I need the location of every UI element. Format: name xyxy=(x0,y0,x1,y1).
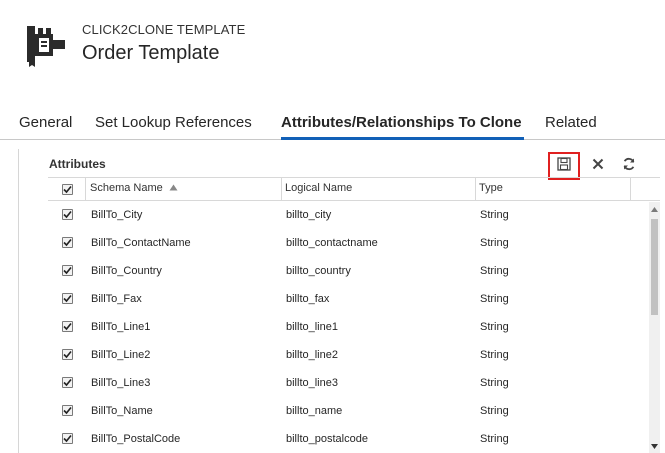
row-checkbox[interactable] xyxy=(62,433,73,444)
logical-name-cell: billto_line1 xyxy=(286,321,338,333)
schema-name-cell: BillTo_PostalCode xyxy=(91,433,181,445)
checkmark-icon xyxy=(63,210,72,219)
scroll-down-arrow-icon[interactable] xyxy=(649,441,660,451)
refresh-button[interactable] xyxy=(613,152,645,180)
type-cell: String xyxy=(480,377,509,389)
scroll-up-arrow-icon[interactable] xyxy=(649,204,660,214)
table-row[interactable]: BillTo_Line3 billto_line3 String xyxy=(48,369,648,397)
close-icon xyxy=(592,157,604,175)
grid-scrollbar[interactable] xyxy=(649,202,660,453)
sort-ascending-icon xyxy=(169,182,178,194)
row-checkbox[interactable] xyxy=(62,237,73,248)
checkmark-icon xyxy=(63,378,72,387)
schema-name-cell: BillTo_Name xyxy=(91,405,153,417)
checkmark-icon xyxy=(63,266,72,275)
schema-name-cell: BillTo_ContactName xyxy=(91,237,191,249)
row-checkbox[interactable] xyxy=(62,265,73,276)
type-cell: String xyxy=(480,405,509,417)
active-tab-indicator xyxy=(281,137,524,140)
record-header: CLICK2CLONE TEMPLATE Order Template xyxy=(0,0,665,100)
row-checkbox[interactable] xyxy=(62,405,73,416)
column-header-type[interactable]: Type xyxy=(479,178,503,200)
row-checkbox[interactable] xyxy=(62,293,73,304)
tab-attributes-relationships-to-clone[interactable]: Attributes/Relationships To Clone xyxy=(281,114,522,131)
type-cell: String xyxy=(480,433,509,445)
type-cell: String xyxy=(480,293,509,305)
logical-name-cell: billto_line2 xyxy=(286,349,338,361)
row-checkbox[interactable] xyxy=(62,209,73,220)
attributes-grid: Schema Name Logical Name Type BillTo_Cit… xyxy=(48,177,660,453)
form-tabs: General Set Lookup References Attributes… xyxy=(0,110,665,140)
table-row[interactable]: BillTo_PostalCode billto_postalcode String xyxy=(48,425,648,453)
logical-name-cell: billto_postalcode xyxy=(286,433,368,445)
table-row[interactable]: BillTo_Name billto_name String xyxy=(48,397,648,425)
select-all-checkbox[interactable] xyxy=(62,184,73,195)
checkmark-icon xyxy=(63,322,72,331)
checkmark-icon xyxy=(63,434,72,443)
column-header-schema-name[interactable]: Schema Name xyxy=(90,178,178,200)
row-checkbox[interactable] xyxy=(62,321,73,332)
logical-name-cell: billto_name xyxy=(286,405,343,417)
type-cell: String xyxy=(480,265,509,277)
record-title: Order Template xyxy=(82,42,220,64)
attributes-section: Attributes Schema Name Logical Name Type… xyxy=(18,149,665,453)
row-checkbox[interactable] xyxy=(62,349,73,360)
save-icon xyxy=(557,156,571,176)
type-cell: String xyxy=(480,237,509,249)
column-header-logical-name[interactable]: Logical Name xyxy=(285,178,352,200)
table-row[interactable]: BillTo_Fax billto_fax String xyxy=(48,285,648,313)
type-cell: String xyxy=(480,349,509,361)
clone-app-logo-icon xyxy=(20,20,70,68)
table-row[interactable]: BillTo_Line2 billto_line2 String xyxy=(48,341,648,369)
section-title: Attributes xyxy=(49,157,106,171)
logical-name-cell: billto_fax xyxy=(286,293,330,305)
type-cell: String xyxy=(480,209,509,221)
checkmark-icon xyxy=(63,406,72,415)
scroll-thumb[interactable] xyxy=(651,219,658,315)
entity-type-label: CLICK2CLONE TEMPLATE xyxy=(82,22,246,37)
schema-name-cell: BillTo_Line3 xyxy=(91,377,151,389)
row-checkbox[interactable] xyxy=(62,377,73,388)
schema-name-cell: BillTo_City xyxy=(91,209,143,221)
schema-name-cell: BillTo_Line2 xyxy=(91,349,151,361)
checkmark-icon xyxy=(63,185,72,194)
grid-header: Schema Name Logical Name Type xyxy=(48,177,660,201)
schema-name-cell: BillTo_Country xyxy=(91,265,162,277)
type-cell: String xyxy=(480,321,509,333)
logical-name-cell: billto_city xyxy=(286,209,332,221)
checkmark-icon xyxy=(63,238,72,247)
logical-name-cell: billto_line3 xyxy=(286,377,338,389)
table-row[interactable]: BillTo_Country billto_country String xyxy=(48,257,648,285)
tab-set-lookup-references[interactable]: Set Lookup References xyxy=(95,114,252,131)
tab-related[interactable]: Related xyxy=(545,114,597,131)
checkmark-icon xyxy=(63,350,72,359)
table-row[interactable]: BillTo_ContactName billto_contactname Stri… xyxy=(48,229,648,257)
refresh-icon xyxy=(622,157,636,176)
checkmark-icon xyxy=(63,294,72,303)
logical-name-cell: billto_contactname xyxy=(286,237,378,249)
save-button[interactable] xyxy=(548,152,580,180)
table-row[interactable]: BillTo_Line1 billto_line1 String xyxy=(48,313,648,341)
logical-name-cell: billto_country xyxy=(286,265,351,277)
schema-name-cell: BillTo_Line1 xyxy=(91,321,151,333)
tab-general[interactable]: General xyxy=(19,114,72,131)
schema-name-cell: BillTo_Fax xyxy=(91,293,142,305)
discard-button[interactable] xyxy=(582,152,614,180)
table-row[interactable]: BillTo_City billto_city String xyxy=(48,201,648,229)
